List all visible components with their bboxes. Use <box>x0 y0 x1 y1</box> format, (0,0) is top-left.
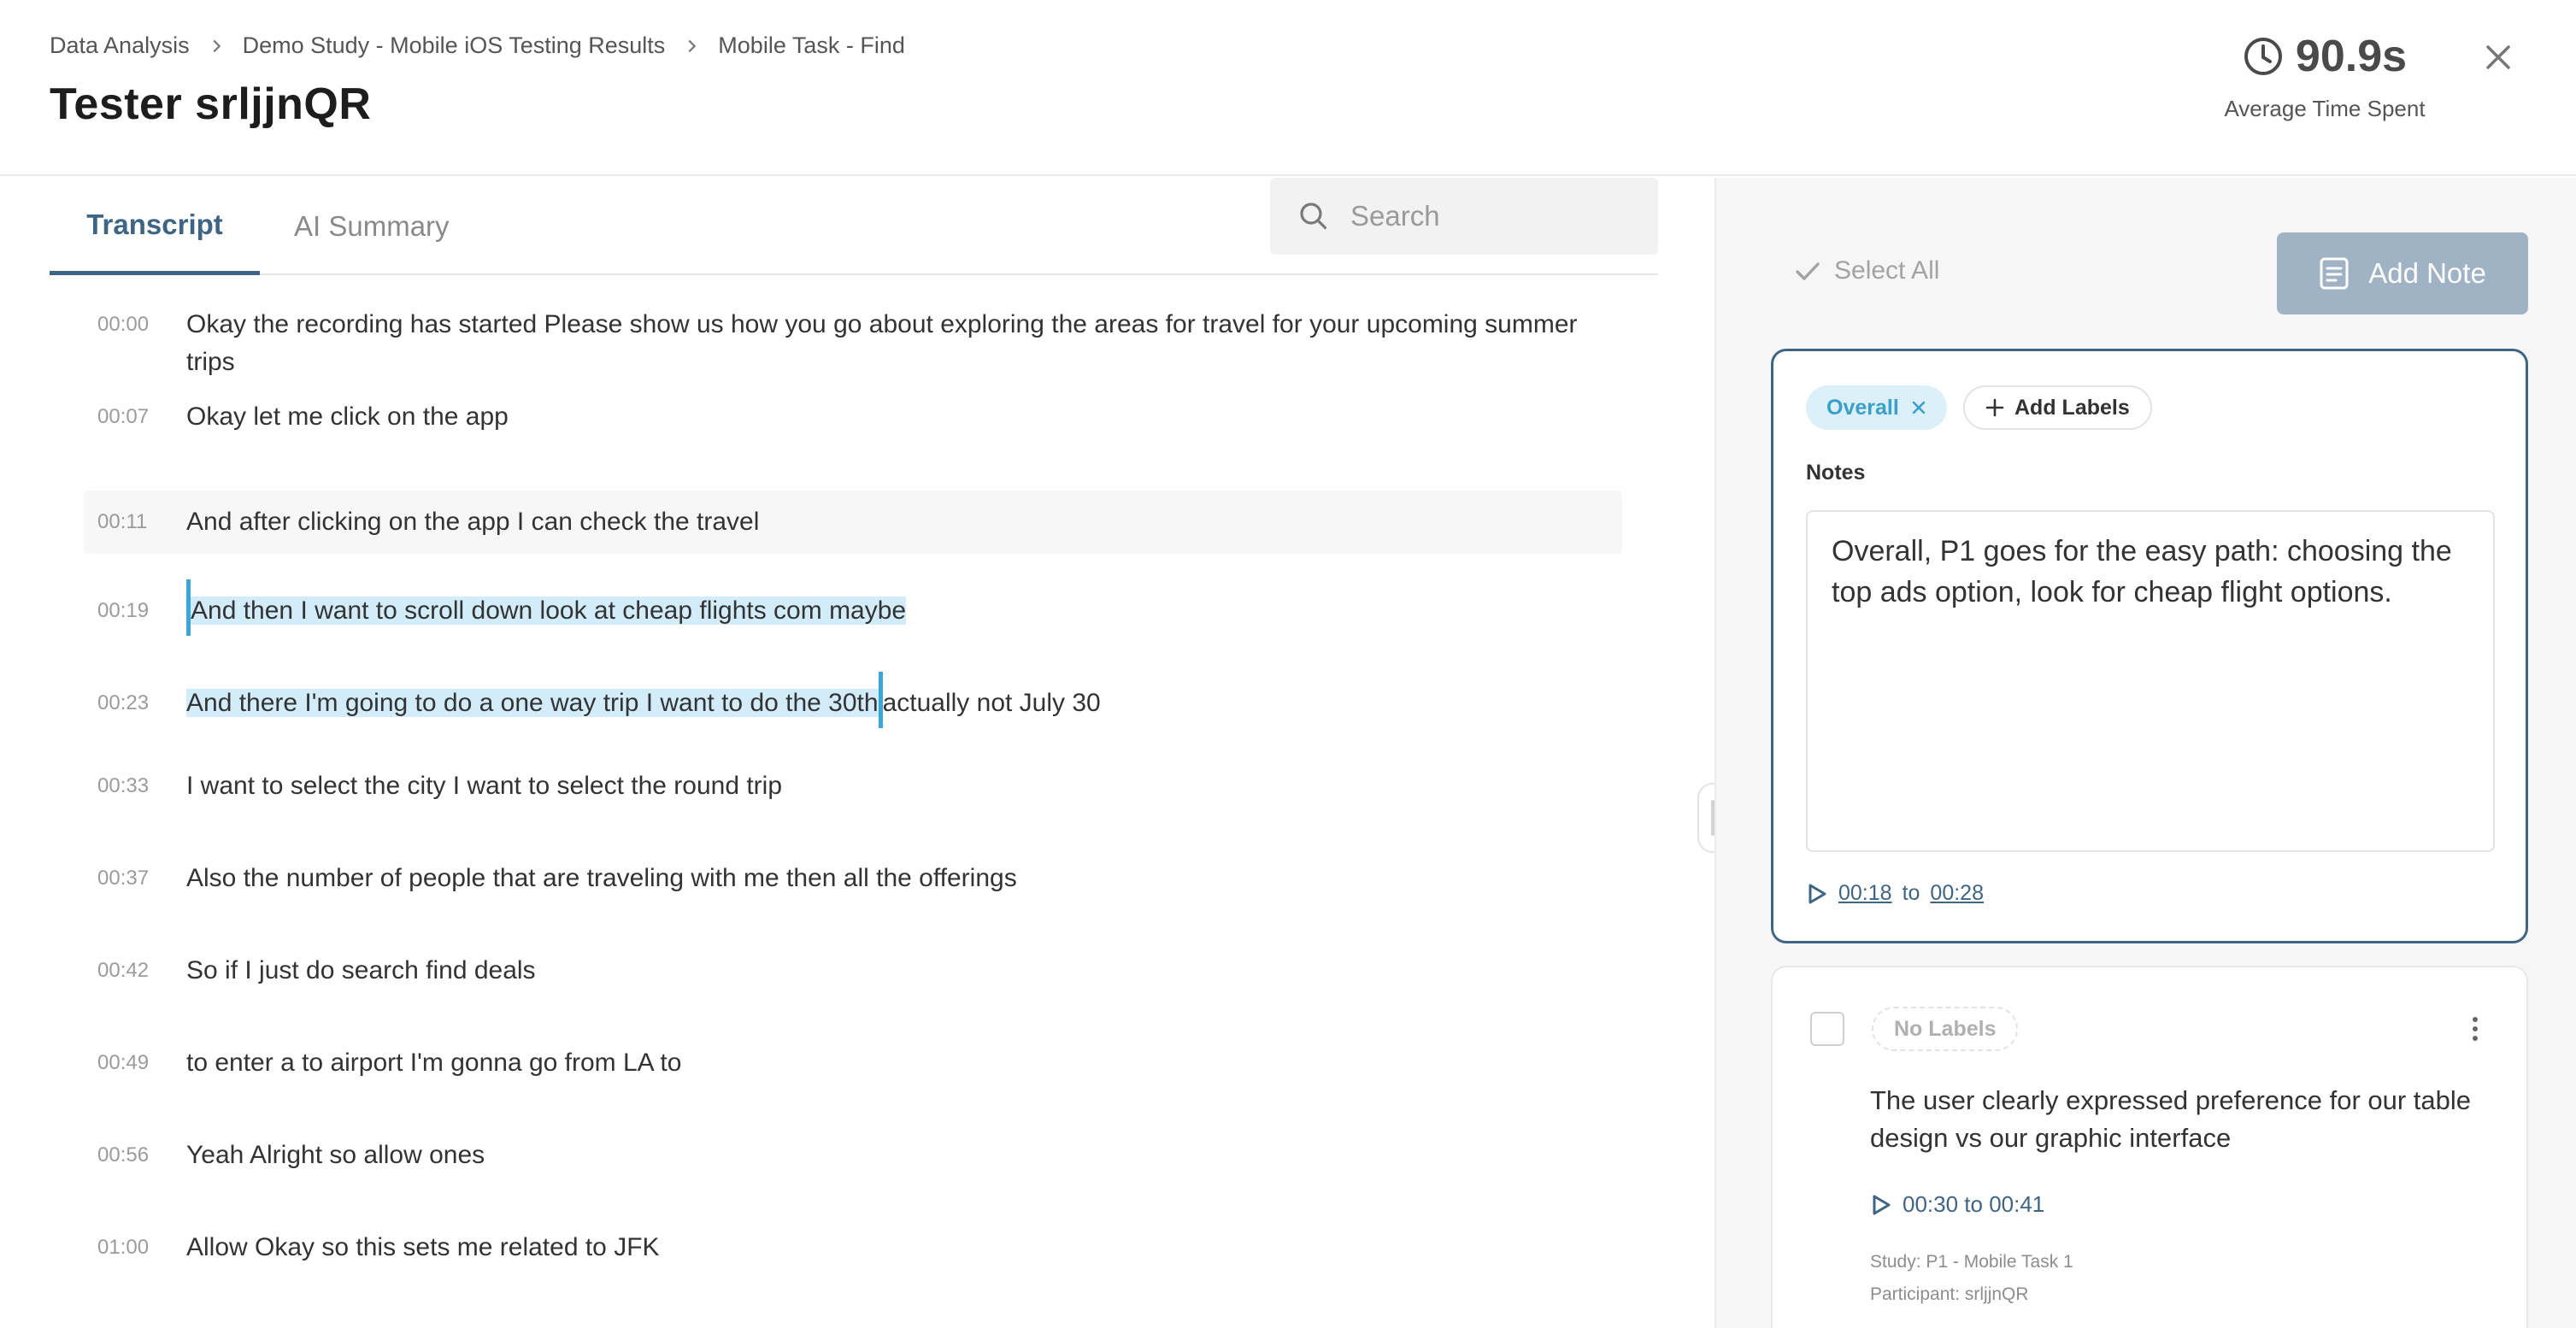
page-header: Data Analysis Demo Study - Mobile iOS Te… <box>0 0 2576 176</box>
transcript-row[interactable]: 00:42 So if I just do search find deals <box>84 952 1622 1044</box>
transcript-row[interactable]: 01:00 Allow Okay so this sets me related… <box>84 1229 1622 1321</box>
label-chip-overall[interactable]: Overall <box>1806 385 1947 430</box>
check-icon <box>1796 262 1820 280</box>
add-labels-label: Add Labels <box>2014 395 2130 420</box>
transcript-list: 00:00 Okay the recording has started Ple… <box>84 306 1622 1321</box>
transcript-row[interactable]: 00:37 Also the number of people that are… <box>84 860 1622 952</box>
row-timestamp[interactable]: 00:37 <box>84 860 186 897</box>
row-text: Okay let me click on the app <box>186 403 509 431</box>
note-text: The user clearly expressed preference fo… <box>1870 1085 2472 1153</box>
notes-panel: Select All Add Note Overall Add Labels N… <box>1714 178 2576 1328</box>
remove-label-icon[interactable] <box>1911 400 1926 415</box>
row-text: Also the number of people that are trave… <box>186 864 1017 892</box>
row-timestamp[interactable]: 00:23 <box>84 675 186 732</box>
note-checkbox[interactable] <box>1810 1012 1844 1046</box>
row-text: Yeah Alright so allow ones <box>186 1141 485 1169</box>
tab-transcript[interactable]: Transcript <box>50 178 260 275</box>
transcript-row[interactable]: 00:49 to enter a to airport I'm gonna go… <box>84 1044 1622 1137</box>
note-clip-range[interactable]: 00:30 to 00:41 <box>1870 1191 2044 1218</box>
average-time-label: Average Time Spent <box>2224 96 2426 121</box>
note-range-text: 00:30 to 00:41 <box>1903 1191 2045 1217</box>
row-text: Okay the recording has started Please sh… <box>186 310 1578 376</box>
search-input[interactable] <box>1350 200 1641 232</box>
note-participant: Participant: srljjnQR <box>1870 1284 2029 1304</box>
add-labels-button[interactable]: Add Labels <box>1963 385 2152 430</box>
row-text: to enter a to airport I'm gonna go from … <box>186 1049 682 1077</box>
row-text: And after clicking on the app I can chec… <box>186 508 760 536</box>
row-timestamp[interactable]: 00:00 <box>84 306 186 344</box>
clip-start-link[interactable]: 00:18 <box>1838 881 1892 906</box>
note-icon <box>2320 257 2349 290</box>
average-time-value: 90.9s <box>2295 32 2408 81</box>
clip-end-link[interactable]: 00:28 <box>1930 881 1984 906</box>
row-timestamp[interactable]: 00:49 <box>84 1044 186 1082</box>
selected-text: And there I'm going to do a one way trip… <box>186 689 879 717</box>
row-timestamp[interactable]: 00:11 <box>84 503 186 541</box>
row-text: Allow Okay so this sets me related to JF… <box>186 1233 660 1261</box>
plus-icon <box>1985 398 2004 417</box>
play-icon[interactable] <box>1806 882 1828 906</box>
note-study: Study: P1 - Mobile Task 1 <box>1870 1252 2073 1272</box>
notes-textarea[interactable]: Overall, P1 goes for the easy path: choo… <box>1806 510 2495 852</box>
selected-text: And then I want to scroll down look at c… <box>191 596 907 625</box>
no-labels-chip[interactable]: No Labels <box>1872 1007 2019 1051</box>
breadcrumb-task[interactable]: Mobile Task - Find <box>718 32 905 59</box>
row-text: And there I'm going to do a one way trip… <box>186 672 1622 732</box>
row-timestamp[interactable]: 00:33 <box>84 767 186 805</box>
row-timestamp[interactable]: 00:56 <box>84 1137 186 1174</box>
tab-ai-summary[interactable]: AI Summary <box>294 178 450 275</box>
add-note-label: Add Note <box>2368 257 2486 289</box>
note-editor-card: Overall Add Labels Notes Overall, P1 goe… <box>1771 349 2528 943</box>
transcript-pane: Transcript AI Summary 00:00 Okay the rec… <box>0 178 1713 1328</box>
select-all-button[interactable]: Select All <box>1793 256 1939 285</box>
play-icon[interactable] <box>1870 1193 1892 1217</box>
label-chip-text: Overall <box>1826 395 1899 420</box>
select-all-label: Select All <box>1834 256 1940 285</box>
chevron-right-icon <box>688 39 697 52</box>
chevron-right-icon <box>213 39 221 52</box>
search-icon <box>1300 203 1327 230</box>
row-text: And then I want to scroll down look at c… <box>186 579 1622 639</box>
close-icon[interactable] <box>2480 39 2516 75</box>
transcript-row[interactable]: 00:23 And there I'm going to do a one wa… <box>84 672 1622 767</box>
transcript-row[interactable]: 00:19 And then I want to scroll down loo… <box>84 579 1622 675</box>
add-note-button[interactable]: Add Note <box>2277 232 2528 314</box>
breadcrumb: Data Analysis Demo Study - Mobile iOS Te… <box>50 32 905 59</box>
notes-field-label: Notes <box>1806 461 1866 485</box>
clock-icon <box>2244 38 2282 75</box>
more-options-icon[interactable] <box>2456 1010 2494 1048</box>
transcript-row-hovered[interactable]: 00:11 And after clicking on the app I ca… <box>84 491 1622 554</box>
page-title: Tester srljjnQR <box>50 79 372 129</box>
row-text: I want to select the city I want to sele… <box>186 772 783 800</box>
unselected-text: actually not July 30 <box>882 689 1101 717</box>
breadcrumb-data-analysis[interactable]: Data Analysis <box>50 32 190 59</box>
transcript-row[interactable]: 00:07 Okay let me click on the app <box>84 398 1622 491</box>
row-text: So if I just do search find deals <box>186 956 536 984</box>
search-box[interactable] <box>1270 178 1658 255</box>
transcript-row[interactable]: 00:00 Okay the recording has started Ple… <box>84 306 1622 398</box>
average-time-metric: 90.9s Average Time Spent <box>2214 31 2436 122</box>
row-timestamp[interactable]: 01:00 <box>84 1229 186 1266</box>
note-meta: Study: P1 - Mobile Task 1 Participant: s… <box>1870 1246 2073 1311</box>
clip-range: 00:18 to 00:28 <box>1806 881 1984 906</box>
row-timestamp[interactable]: 00:19 <box>84 583 186 639</box>
note-card: No Labels The user clearly expressed pre… <box>1771 966 2528 1328</box>
row-timestamp[interactable]: 00:42 <box>84 952 186 990</box>
transcript-row[interactable]: 00:33 I want to select the city I want t… <box>84 767 1622 860</box>
breadcrumb-study[interactable]: Demo Study - Mobile iOS Testing Results <box>243 32 666 59</box>
transcript-row[interactable]: 00:56 Yeah Alright so allow ones <box>84 1137 1622 1229</box>
row-timestamp[interactable]: 00:07 <box>84 398 186 436</box>
clip-to-text: to <box>1902 881 1920 905</box>
